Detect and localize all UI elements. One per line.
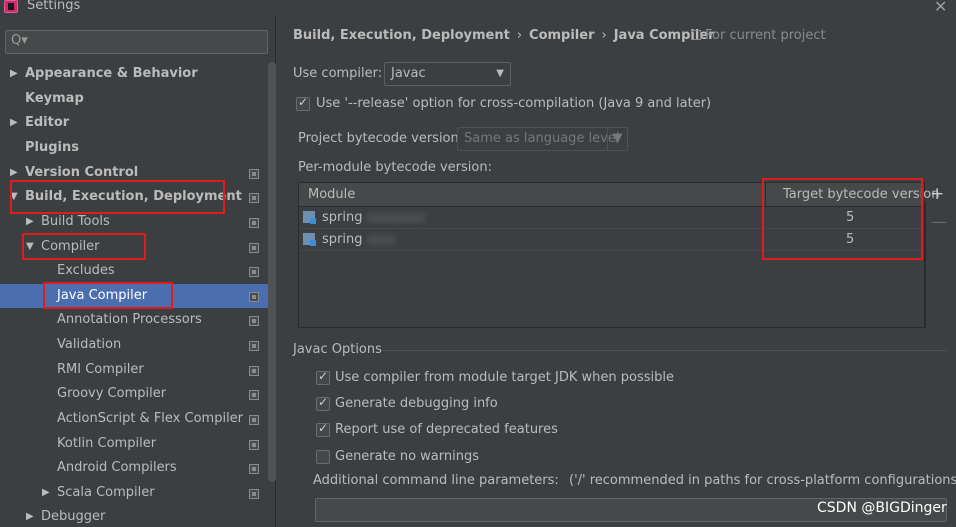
annotation-box-compiler: [22, 233, 146, 260]
watermark: CSDN @BIGDinger: [817, 500, 947, 516]
title-bar: Settings ✕: [0, 0, 956, 16]
breadcrumb-item[interactable]: Build, Execution, Deployment: [293, 28, 510, 43]
project-scope-icon: [249, 464, 259, 474]
project-scope-icon: [249, 193, 259, 203]
sidebar-item-label: Editor: [25, 115, 70, 130]
project-scope-icon: [249, 267, 259, 277]
breadcrumb-separator: ›: [601, 28, 607, 43]
javac-options-title: Javac Options: [293, 342, 382, 357]
module-icon: [303, 211, 316, 224]
per-module-label: Per-module bytecode version:: [298, 160, 492, 175]
intellij-app-icon: [4, 0, 18, 13]
sidebar-item-annotation-processors[interactable]: Annotation Processors: [57, 308, 202, 332]
sidebar-item-label: Kotlin Compiler: [57, 436, 157, 451]
deprecated-features-checkbox[interactable]: [316, 421, 330, 437]
sidebar-item-label: RMI Compiler: [57, 362, 144, 377]
breadcrumb: Build, Execution, Deployment › Compiler › Ja…: [293, 28, 715, 43]
project-scope-icon: [249, 489, 259, 499]
module-icon: [303, 233, 316, 246]
debugging-info-label: Generate debugging info: [335, 396, 498, 411]
breadcrumb-separator: ›: [516, 28, 523, 43]
column-header-module[interactable]: Module: [308, 187, 355, 202]
sidebar-item-label: Debugger: [41, 509, 106, 524]
sidebar-item-plugins[interactable]: Plugins: [25, 136, 79, 160]
chevron-down-icon: ▼: [496, 68, 504, 79]
sidebar-item-android-compilers[interactable]: Android Compilers: [57, 456, 177, 480]
sidebar-item-keymap[interactable]: Keymap: [25, 87, 84, 111]
sidebar-scrollbar[interactable]: [268, 62, 276, 482]
sidebar-item-label: Android Compilers: [57, 460, 177, 475]
sidebar-item-actionscript-flex-compiler[interactable]: ActionScript & Flex Compiler: [57, 407, 243, 431]
expand-arrow-icon[interactable]: ▶: [10, 111, 18, 135]
project-scope-icon: [249, 316, 259, 326]
expand-arrow-icon[interactable]: ▶: [42, 481, 50, 505]
scope-note: For current project: [691, 28, 826, 43]
sidebar-item-excludes[interactable]: Excludes: [57, 259, 115, 283]
use-module-jdk-label: Use compiler from module target JDK when…: [335, 370, 674, 385]
project-scope-icon: [249, 292, 259, 302]
additional-params-label: Additional command line parameters:: [313, 473, 559, 488]
module-name: spring: [322, 210, 363, 225]
section-divider: [381, 350, 947, 351]
use-compiler-label: Use compiler:: [293, 66, 383, 81]
no-warnings-label: Generate no warnings: [335, 449, 480, 464]
sidebar-item-label: Plugins: [25, 140, 79, 155]
expand-arrow-icon[interactable]: ▶: [10, 62, 18, 86]
expand-arrow-icon[interactable]: ▶: [26, 505, 34, 527]
module-name: spring: [322, 232, 363, 247]
project-scope-icon: [249, 169, 259, 179]
chevron-down-icon: ▼: [607, 128, 627, 150]
settings-main-panel: Build, Execution, Deployment › Compiler › Ja…: [277, 16, 956, 527]
project-scope-icon: [249, 366, 259, 376]
deprecated-features-label: Report use of deprecated features: [335, 422, 558, 437]
project-bytecode-value: Same as language level: [464, 131, 620, 146]
project-scope-icon: [249, 390, 259, 400]
use-compiler-dropdown[interactable]: Javac ▼: [384, 62, 511, 86]
sidebar-item-label: Appearance & Behavior: [25, 66, 198, 81]
project-scope-icon: [249, 218, 259, 228]
scope-label: For current project: [705, 28, 826, 43]
sidebar-item-label: Groovy Compiler: [57, 386, 167, 401]
additional-params-hint: ('/' recommended in paths for cross-plat…: [569, 473, 956, 488]
breadcrumb-item[interactable]: Compiler: [529, 28, 594, 43]
release-option-checkbox[interactable]: [296, 95, 310, 111]
sidebar-item-label: ActionScript & Flex Compiler: [57, 411, 244, 426]
annotation-box-java-compiler: [43, 282, 173, 309]
sidebar-item-label: Validation: [57, 337, 122, 352]
redacted-text: [367, 213, 425, 223]
close-icon[interactable]: ✕: [934, 0, 947, 16]
release-option-label: Use '--release' option for cross-compila…: [316, 96, 712, 111]
sidebar-item-label: Keymap: [25, 91, 84, 106]
annotation-box-build-execution: [10, 180, 225, 214]
search-input[interactable]: Q▾: [5, 30, 268, 54]
no-warnings-checkbox[interactable]: [316, 450, 330, 464]
redacted-text: [367, 235, 395, 245]
use-module-jdk-checkbox[interactable]: [316, 369, 330, 385]
window-title: Settings: [27, 0, 81, 13]
sidebar-item-label: Excludes: [57, 263, 115, 278]
sidebar-item-label: Scala Compiler: [57, 485, 155, 500]
sidebar-item-label: Annotation Processors: [57, 312, 202, 327]
project-scope-icon: [249, 341, 259, 351]
sidebar-item-validation[interactable]: Validation: [57, 333, 121, 357]
add-icon[interactable]: +: [930, 184, 944, 204]
project-scope-icon: [249, 243, 259, 253]
sidebar-item-groovy-compiler[interactable]: Groovy Compiler: [57, 382, 166, 406]
project-scope-icon: [691, 30, 701, 40]
settings-sidebar: Q▾ ▶ Appearance & Behavior Keymap ▶ Edit…: [0, 16, 276, 527]
use-compiler-value: Javac: [391, 66, 426, 81]
project-bytecode-dropdown[interactable]: Same as language level ▼: [457, 127, 628, 151]
search-icon: Q▾: [11, 33, 28, 48]
annotation-box-target-bytecode: [762, 178, 923, 260]
debugging-info-checkbox[interactable]: [316, 395, 330, 411]
sidebar-item-rmi-compiler[interactable]: RMI Compiler: [57, 358, 144, 382]
sidebar-item-kotlin-compiler[interactable]: Kotlin Compiler: [57, 432, 156, 456]
project-scope-icon: [249, 440, 259, 450]
project-bytecode-label: Project bytecode version:: [298, 131, 464, 146]
project-scope-icon: [249, 415, 259, 425]
remove-icon[interactable]: —: [931, 212, 947, 231]
